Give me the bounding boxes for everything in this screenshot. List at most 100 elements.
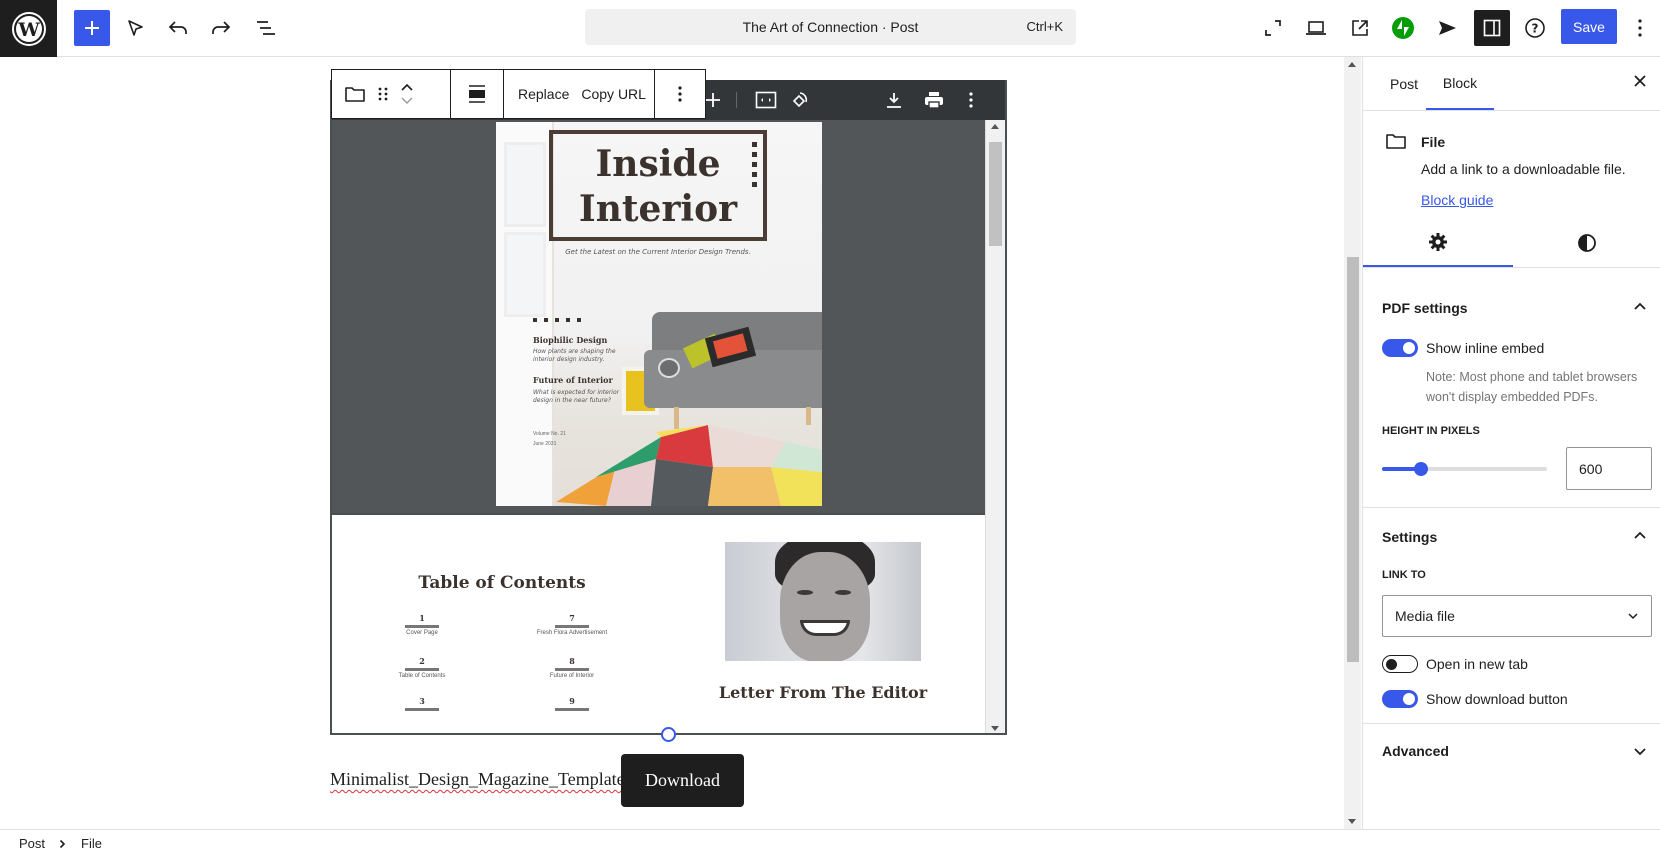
magazine-cover-page: Inside Interior Get the Latest on the Cu… — [496, 122, 822, 506]
jetpack-button[interactable] — [1385, 10, 1421, 46]
file-name-link[interactable]: Minimalist_Design_Magazine_Template — [330, 769, 625, 790]
rotate-icon[interactable] — [789, 90, 811, 110]
scroll-up-arrow[interactable] — [1348, 62, 1356, 67]
pdf-scroll-thumb[interactable] — [989, 142, 1002, 246]
toc-entry: 3 — [387, 696, 457, 713]
scroll-down-arrow[interactable] — [1348, 819, 1356, 824]
canvas-scroll-thumb[interactable] — [1347, 257, 1359, 662]
pdf-document-view[interactable]: Inside Interior Get the Latest on the Cu… — [332, 120, 987, 733]
replace-button[interactable]: Replace — [512, 86, 575, 102]
command-palette-bar[interactable]: The Art of Connection · Post Ctrl+K — [585, 9, 1076, 45]
wordpress-logo-icon: W — [11, 11, 46, 46]
cover-title-line1: Inside — [595, 143, 721, 185]
breadcrumb-post[interactable]: Post — [19, 836, 45, 851]
settings-sidebar: Post Block File Add a link to a download… — [1362, 57, 1660, 829]
save-button[interactable]: Save — [1561, 9, 1617, 44]
copy-url-button[interactable]: Copy URL — [575, 86, 652, 102]
undo-button[interactable] — [160, 10, 196, 46]
zoom-in-icon[interactable] — [705, 92, 721, 108]
view-post-button[interactable] — [1342, 10, 1378, 46]
show-inline-embed-toggle[interactable] — [1382, 339, 1418, 357]
tab-block[interactable]: Block — [1426, 57, 1494, 110]
height-input[interactable]: 600 — [1566, 447, 1652, 490]
wordpress-logo-button[interactable]: W — [0, 0, 57, 57]
editor-letter-heading: Letter From The Editor — [718, 683, 928, 702]
open-new-tab-toggle[interactable] — [1382, 655, 1418, 673]
folder-icon — [1386, 134, 1406, 149]
pdf-embed-viewer[interactable]: Inside Interior Get the Latest on the Cu… — [330, 80, 1007, 735]
more-vertical-icon[interactable] — [968, 91, 974, 109]
chevron-down-icon[interactable] — [400, 96, 414, 105]
chevron-up-icon[interactable] — [400, 83, 414, 92]
tab-styles[interactable] — [1513, 219, 1660, 267]
chevron-down-icon — [1628, 613, 1638, 620]
block-card-title: File — [1421, 134, 1446, 150]
redo-button[interactable] — [203, 10, 239, 46]
divider — [1363, 267, 1660, 268]
contrast-icon — [1578, 234, 1596, 252]
options-menu-button[interactable] — [1625, 10, 1655, 46]
toc-entry: 2 Table of Contents — [398, 656, 446, 679]
scroll-up-arrow[interactable] — [991, 124, 999, 129]
pointer-icon — [128, 20, 143, 36]
publish-button[interactable] — [1429, 10, 1465, 46]
document-overview-button[interactable] — [248, 10, 284, 46]
send-icon — [1439, 21, 1456, 35]
pdf-page-2: Table of Contents 1 Cover Page 7 Fresh F… — [332, 513, 987, 733]
link-to-select[interactable]: Media file — [1382, 595, 1652, 637]
chevron-up-icon[interactable] — [1633, 301, 1647, 311]
scroll-down-arrow[interactable] — [991, 726, 999, 731]
inline-embed-note: Note: Most phone and tablet browsers won'… — [1426, 370, 1638, 404]
more-vertical-icon[interactable] — [677, 85, 683, 103]
height-slider-thumb[interactable] — [1414, 462, 1428, 476]
help-button[interactable]: ? — [1517, 10, 1553, 46]
tab-post[interactable]: Post — [1381, 57, 1427, 110]
fullscreen-button[interactable] — [1255, 10, 1291, 46]
preview-button[interactable] — [1298, 10, 1334, 46]
download-button[interactable]: Download — [621, 754, 744, 807]
chevron-down-icon[interactable] — [1633, 747, 1647, 757]
advanced-panel-title[interactable]: Advanced — [1382, 743, 1449, 759]
list-view-icon — [257, 21, 275, 35]
align-center-icon[interactable] — [468, 84, 486, 104]
close-icon — [1634, 75, 1646, 87]
download-icon[interactable] — [885, 91, 903, 109]
more-vertical-icon — [1638, 19, 1642, 37]
bolster-pillow — [658, 358, 680, 378]
canvas-scrollbar[interactable] — [1344, 57, 1361, 829]
pdf-scrollbar[interactable] — [985, 120, 1005, 733]
block-inserter-button[interactable] — [74, 10, 110, 46]
plus-icon — [85, 21, 99, 35]
show-download-button-toggle[interactable] — [1382, 690, 1418, 708]
file-actions-group: Replace Copy URL — [504, 70, 655, 118]
options-group — [655, 70, 705, 118]
link-to-label: LINK TO — [1382, 569, 1426, 581]
block-guide-link[interactable]: Block guide — [1421, 192, 1493, 208]
select-tool-button[interactable] — [117, 10, 153, 46]
close-sidebar-button[interactable] — [1632, 73, 1648, 89]
open-new-tab-label: Open in new tab — [1426, 656, 1528, 672]
folder-icon[interactable] — [344, 85, 366, 103]
block-mover — [400, 83, 414, 105]
settings-panel-title[interactable]: Settings — [1382, 529, 1437, 545]
tab-settings[interactable] — [1363, 219, 1513, 267]
article-desc: How plants are shaping the interior desig… — [533, 348, 616, 363]
undo-icon — [168, 21, 187, 34]
print-icon[interactable] — [924, 90, 944, 110]
shortcut-hint: Ctrl+K — [1026, 19, 1063, 34]
fit-page-icon[interactable] — [755, 91, 777, 109]
resize-handle[interactable] — [661, 727, 676, 742]
decorative-dots — [533, 318, 581, 322]
jetpack-icon — [1392, 17, 1414, 39]
divider — [1363, 110, 1660, 111]
pdf-settings-panel-title[interactable]: PDF settings — [1382, 300, 1468, 316]
chevron-up-icon[interactable] — [1633, 530, 1647, 540]
editor-canvas[interactable]: Inside Interior Get the Latest on the Cu… — [0, 57, 1350, 829]
cover-title-line2: Interior — [578, 188, 738, 230]
settings-sidebar-toggle[interactable] — [1474, 10, 1510, 46]
article-desc: What is expected for interior design in t… — [533, 389, 620, 404]
sidebar-icon — [1483, 19, 1501, 37]
block-parent-group — [332, 70, 451, 118]
drag-handle-icon[interactable] — [378, 86, 388, 102]
height-slider-track[interactable] — [1382, 467, 1547, 471]
